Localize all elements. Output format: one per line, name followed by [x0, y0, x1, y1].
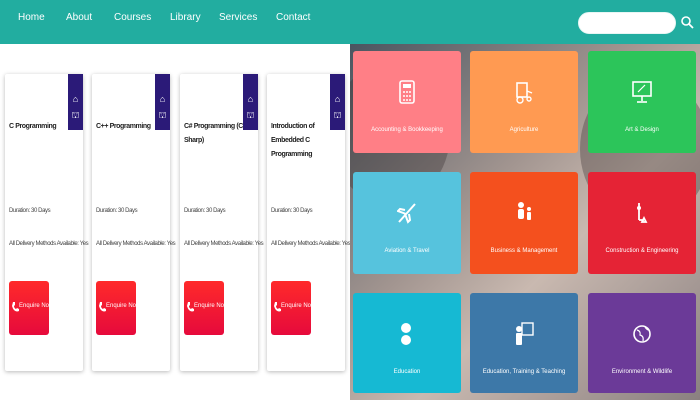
enquire-now-button[interactable]: Enquire Now	[271, 281, 315, 335]
monitor-icon	[632, 81, 652, 103]
category-label: Agriculture	[509, 127, 539, 133]
phone-icon	[187, 302, 194, 312]
course-delivery: All Delivery Methods Available: Yes	[184, 241, 264, 247]
category-tile-education[interactable]: Education	[353, 293, 461, 393]
top-nav: Home About Courses Library Services Cont…	[0, 0, 700, 44]
tractor-icon	[516, 82, 533, 104]
education-icon	[401, 323, 413, 345]
phone-icon	[12, 302, 19, 312]
airplane-icon	[397, 203, 416, 224]
nav-contact-link[interactable]: Contact	[276, 12, 310, 23]
course-delivery: All Delivery Methods Available: Yes	[96, 241, 176, 247]
course-delivery: All Delivery Methods Available: Yes	[9, 241, 89, 247]
nav-services-link[interactable]: Services	[219, 12, 257, 23]
enquire-now-label: Enquire Now	[281, 303, 316, 309]
enquire-now-button[interactable]: Enquire Now	[96, 281, 140, 335]
home-icon: ⌂	[247, 94, 254, 104]
category-label: Education, Training & Teaching	[482, 369, 566, 375]
people-icon	[518, 202, 531, 220]
course-delivery: All Delivery Methods Available: Yes	[271, 241, 351, 247]
crane-icon	[637, 203, 648, 223]
course-ribbon: ⌂ ⛫	[155, 74, 170, 130]
category-label: Aviation & Travel	[384, 248, 430, 254]
search-input[interactable]	[578, 12, 676, 34]
home-icon: ⌂	[159, 94, 166, 104]
category-tile-aviation[interactable]: Aviation & Travel	[353, 172, 461, 274]
course-card[interactable]: ⌂ ⛫ C++ Programming Duration: 30 Days Al…	[92, 74, 176, 371]
course-ribbon: ⌂ ⛫	[330, 74, 345, 130]
category-label: Environment & Wildlife	[611, 369, 673, 375]
category-label: Accounting & Bookkeeping	[371, 127, 443, 133]
nav-about-link[interactable]: About	[66, 12, 92, 23]
course-title: Introduction of Embedded C Programming	[271, 123, 315, 158]
home-icon: ⌂	[72, 94, 79, 104]
book-icon: ⛫	[246, 110, 255, 120]
course-card[interactable]: ⌂ ⛫ Introduction of Embedded C Programmi…	[267, 74, 351, 371]
category-label: Art & Design	[625, 127, 659, 133]
home-icon: ⌂	[334, 94, 341, 104]
enquire-now-label: Enquire Now	[194, 303, 229, 309]
enquire-now-button[interactable]: Enquire Now	[9, 281, 53, 335]
nav-library-link[interactable]: Library	[170, 12, 201, 23]
category-tile-business[interactable]: Business & Management	[470, 172, 578, 274]
phone-icon	[274, 302, 281, 312]
course-title: C# Programming (C Sharp)	[184, 123, 243, 144]
enquire-now-label: Enquire Now	[19, 303, 54, 309]
search-icon[interactable]	[680, 15, 694, 29]
course-ribbon: ⌂ ⛫	[68, 74, 83, 130]
globe-icon	[633, 325, 651, 343]
course-duration: Duration: 30 Days	[9, 208, 51, 214]
course-card[interactable]: ⌂ ⛫ C Programming Duration: 30 Days All …	[5, 74, 89, 371]
course-title: C Programming	[9, 123, 57, 130]
teacher-icon	[516, 322, 534, 345]
category-tile-art-design[interactable]: Art & Design	[588, 51, 696, 153]
course-title: C++ Programming	[96, 123, 151, 130]
book-icon: ⛫	[158, 110, 167, 120]
nav-home-link[interactable]: Home	[18, 12, 45, 23]
book-icon: ⛫	[333, 110, 342, 120]
course-ribbon: ⌂ ⛫	[243, 74, 258, 130]
course-duration: Duration: 30 Days	[184, 208, 226, 214]
category-tile-agriculture[interactable]: Agriculture	[470, 51, 578, 153]
category-label: Construction & Engineering	[605, 248, 679, 254]
category-tile-accounting[interactable]: Accounting & Bookkeeping	[353, 51, 461, 153]
phone-icon	[99, 302, 106, 312]
enquire-now-button[interactable]: Enquire Now	[184, 281, 228, 335]
course-duration: Duration: 30 Days	[271, 208, 313, 214]
book-icon: ⛫	[71, 110, 80, 120]
course-duration: Duration: 30 Days	[96, 208, 138, 214]
category-tile-environment[interactable]: Environment & Wildlife	[588, 293, 696, 393]
course-card[interactable]: ⌂ ⛫ C# Programming (C Sharp) Duration: 3…	[180, 74, 264, 371]
enquire-now-label: Enquire Now	[106, 303, 141, 309]
category-tile-education-training[interactable]: Education, Training & Teaching	[470, 293, 578, 393]
nav-courses-link[interactable]: Courses	[114, 12, 151, 23]
calculator-icon	[399, 80, 415, 104]
category-label: Education	[393, 369, 421, 375]
category-label: Business & Management	[490, 248, 558, 254]
category-tile-construction[interactable]: Construction & Engineering	[588, 172, 696, 274]
